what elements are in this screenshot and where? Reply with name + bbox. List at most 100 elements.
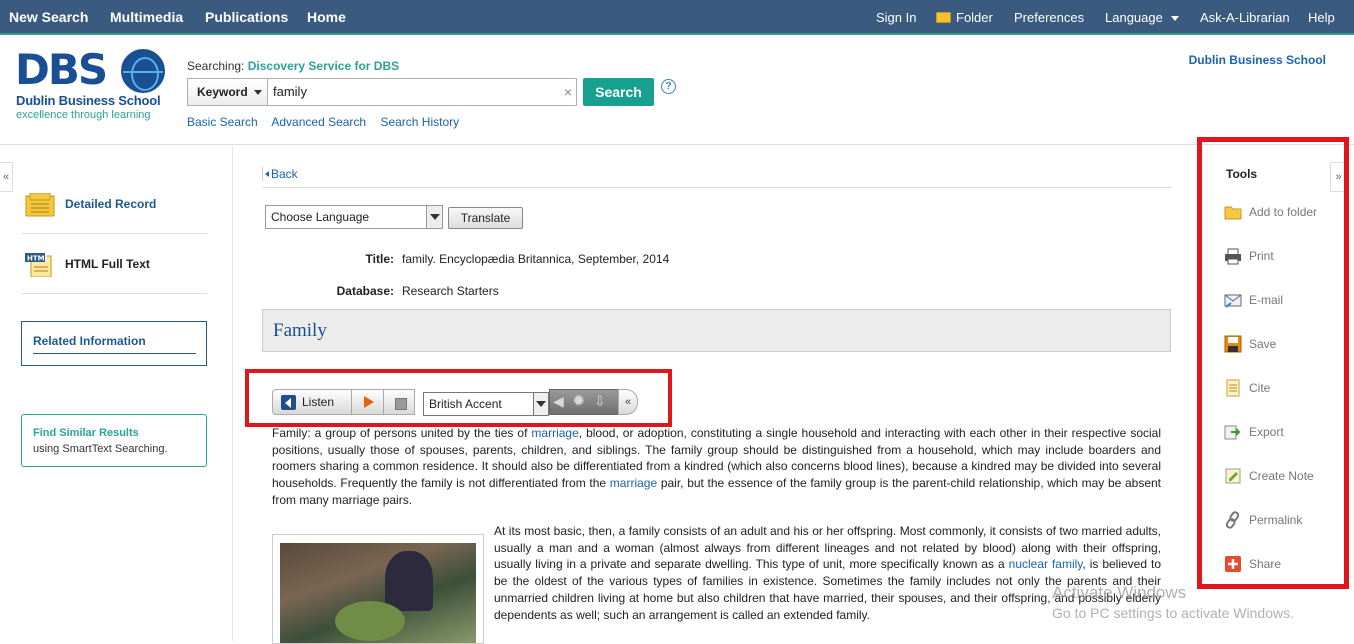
- advanced-search-link[interactable]: Advanced Search: [271, 115, 366, 129]
- export-icon: [1224, 425, 1241, 440]
- divider: [33, 353, 196, 354]
- article-paragraph: Family: a group of persons united by the…: [272, 425, 1161, 509]
- save-icon: [1224, 335, 1242, 353]
- activate-windows-watermark: Activate Windows Go to PC settings to ac…: [1052, 583, 1294, 621]
- nuclear-family-link[interactable]: nuclear family: [1009, 557, 1083, 571]
- search-input[interactable]: family: [273, 79, 307, 105]
- publications-link[interactable]: Publications: [205, 0, 288, 35]
- article-image[interactable]: [272, 534, 484, 644]
- ask-a-librarian-link[interactable]: Ask-A-Librarian: [1200, 0, 1290, 35]
- globe-icon: [121, 49, 165, 93]
- search-help-icon[interactable]: ?: [661, 79, 676, 94]
- share-icon: [1225, 556, 1241, 572]
- tools-panel: Tools Add to folder Print E-mail Save Ci…: [1197, 137, 1349, 589]
- related-information-panel[interactable]: Related Information: [21, 321, 207, 366]
- folder-icon: [1224, 206, 1242, 220]
- find-similar-panel[interactable]: Find Similar Results using SmartText Sea…: [21, 414, 207, 467]
- search-options: Basic Search Advanced Search Search Hist…: [187, 115, 470, 129]
- print-icon: [1225, 248, 1241, 265]
- collapse-left-button[interactable]: «: [0, 162, 13, 192]
- left-sidebar: Detailed Record HTML HTML Full Text Rela…: [14, 146, 233, 641]
- watermark-line2: Go to PC settings to activate Windows.: [1052, 605, 1294, 621]
- link-icon: [1225, 511, 1240, 529]
- chevron-down-icon: [1170, 16, 1179, 22]
- divider: [262, 187, 1171, 188]
- translate-button[interactable]: Translate: [448, 207, 523, 229]
- svg-text:HTML: HTML: [27, 255, 50, 263]
- institution-link[interactable]: Dublin Business School: [1189, 53, 1326, 67]
- searching-label: Searching: Discovery Service for DBS: [187, 59, 399, 73]
- listen-button[interactable]: Listen: [272, 389, 352, 415]
- sign-in-link[interactable]: Sign In: [876, 0, 916, 35]
- detailed-record-label: Detailed Record: [65, 197, 157, 211]
- tool-label: Print: [1249, 249, 1274, 263]
- chevron-down-icon: [254, 90, 262, 95]
- database-label: Database:: [336, 284, 394, 298]
- logo-text: DBS: [15, 45, 108, 94]
- article-title: Family: [273, 320, 327, 341]
- cite-icon: [1226, 379, 1240, 397]
- top-navigation-bar: New Search Multimedia Publications Home …: [0, 0, 1354, 35]
- collapse-player-button[interactable]: «: [618, 389, 638, 415]
- accent-value: British Accent: [429, 397, 502, 411]
- folder-icon: [936, 12, 951, 23]
- html-document-icon: HTML: [25, 253, 52, 277]
- choose-language-value: Choose Language: [271, 210, 370, 224]
- settings-gear-icon[interactable]: ✹: [572, 391, 585, 411]
- tool-label: Permalink: [1249, 513, 1303, 527]
- language-label: Language: [1105, 10, 1163, 25]
- logo-tagline: excellence through learning: [16, 109, 151, 121]
- field-select-label: Keyword: [197, 85, 248, 99]
- article-title-bar: Family: [262, 309, 1171, 352]
- find-similar-link[interactable]: Find Similar Results: [33, 427, 139, 439]
- field-select[interactable]: Keyword: [188, 79, 268, 105]
- basic-search-link[interactable]: Basic Search: [187, 115, 258, 129]
- new-search-link[interactable]: New Search: [9, 0, 88, 35]
- home-link[interactable]: Home: [307, 0, 346, 35]
- searching-source-link[interactable]: Discovery Service for DBS: [248, 59, 399, 73]
- database-value: Research Starters: [402, 284, 499, 298]
- marriage-link[interactable]: marriage: [610, 476, 657, 490]
- related-information-heading: Related Information: [33, 334, 146, 348]
- detailed-record-link[interactable]: Detailed Record: [22, 176, 207, 234]
- back-link[interactable]: Back: [262, 167, 298, 181]
- multimedia-link[interactable]: Multimedia: [110, 0, 183, 35]
- help-link[interactable]: Help: [1308, 0, 1335, 35]
- note-icon: [1225, 468, 1241, 484]
- language-menu[interactable]: Language: [1105, 0, 1179, 35]
- tool-label: Export: [1249, 425, 1284, 439]
- find-similar-subtext: using SmartText Searching.: [33, 443, 168, 455]
- folder-label: Folder: [956, 10, 993, 25]
- tool-label: Share: [1249, 557, 1282, 571]
- listen-label: Listen: [302, 395, 335, 409]
- search-button[interactable]: Search: [583, 78, 654, 106]
- download-icon[interactable]: ⇩: [594, 393, 606, 410]
- chevron-down-icon: [426, 206, 442, 228]
- html-full-text-link[interactable]: HTML HTML Full Text: [22, 236, 207, 294]
- tool-label: Cite: [1249, 381, 1271, 395]
- search-history-link[interactable]: Search History: [380, 115, 459, 129]
- stop-button[interactable]: [383, 389, 415, 415]
- preferences-link[interactable]: Preferences: [1014, 0, 1084, 35]
- accent-select[interactable]: British Accent: [423, 392, 549, 416]
- chevron-down-icon: [533, 393, 548, 415]
- player-tools: ◀ ✹ ⇩: [549, 389, 619, 415]
- search-box: Keyword family ×: [187, 78, 577, 106]
- record-content: Back Choose Language Translate Title: fa…: [234, 146, 1197, 644]
- tool-label: Save: [1249, 337, 1277, 351]
- marriage-link[interactable]: marriage: [531, 426, 578, 440]
- watermark-line1: Activate Windows: [1052, 583, 1187, 602]
- tool-label: Create Note: [1249, 469, 1314, 483]
- dbs-logo[interactable]: DBS Dublin Business School excellence th…: [15, 47, 175, 122]
- folder-link[interactable]: Folder: [936, 0, 993, 35]
- tool-label: E-mail: [1249, 293, 1284, 307]
- clear-search-icon[interactable]: ×: [564, 79, 572, 105]
- email-icon: [1224, 294, 1242, 308]
- choose-language-select[interactable]: Choose Language: [265, 205, 443, 229]
- play-button[interactable]: [351, 389, 384, 415]
- speaker-icon: [281, 395, 296, 410]
- tool-label: Add to folder: [1249, 205, 1318, 219]
- logo-name: Dublin Business School: [16, 93, 161, 108]
- searching-prefix: Searching:: [187, 59, 245, 73]
- volume-icon[interactable]: ◀: [553, 393, 564, 410]
